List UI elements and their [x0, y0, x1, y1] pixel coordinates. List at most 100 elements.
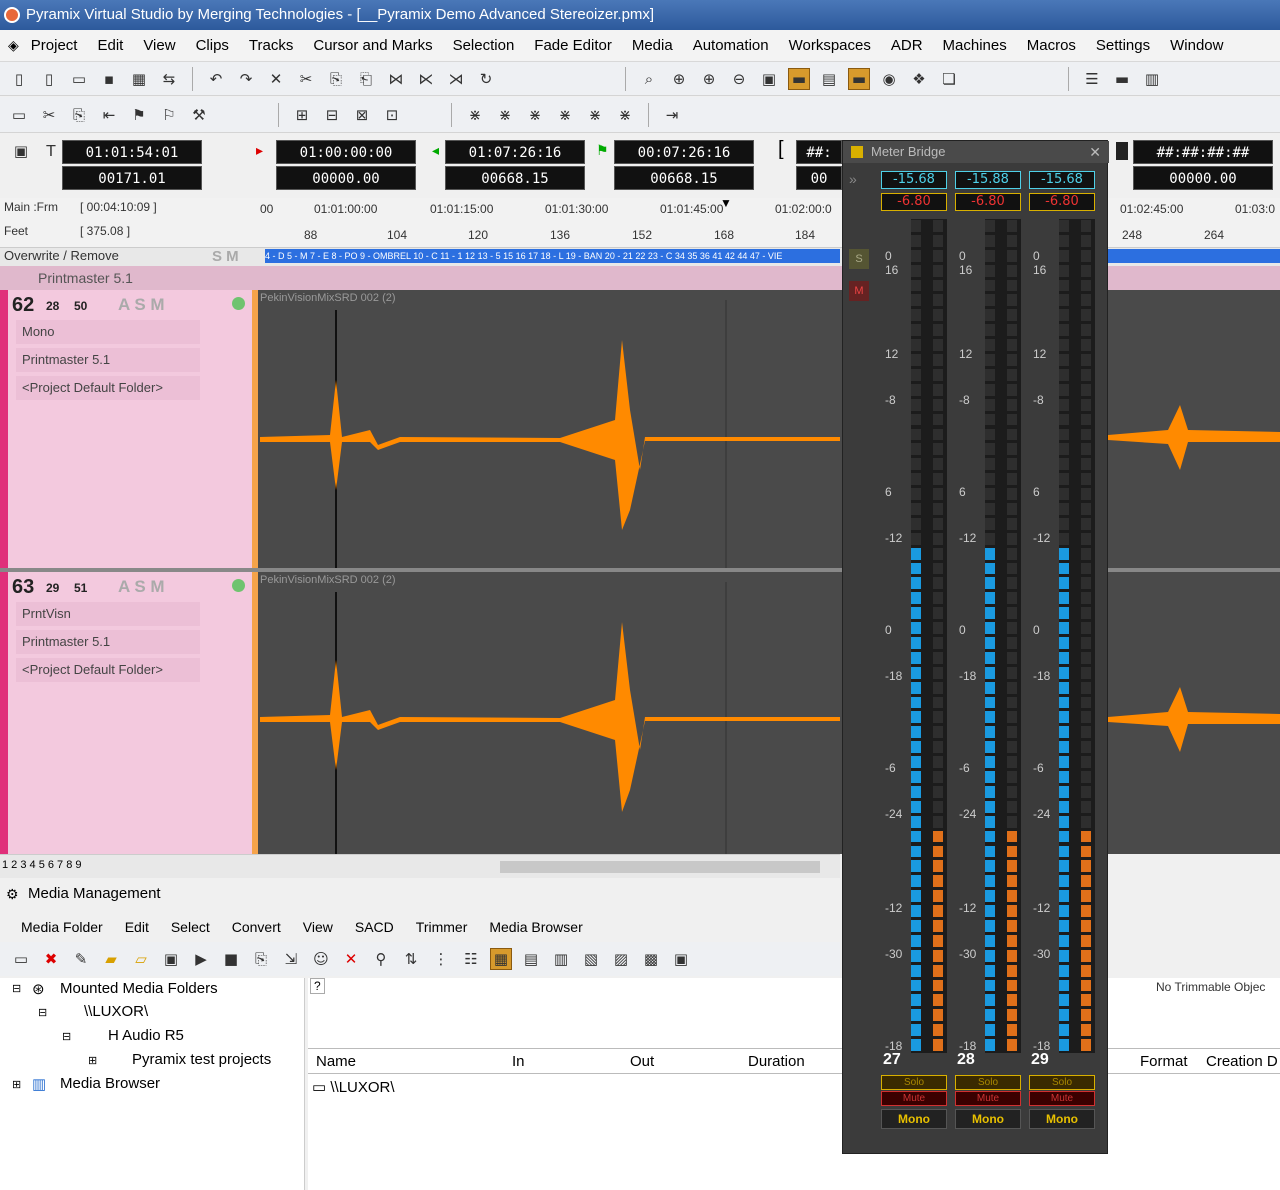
mount-icon[interactable]: ▭ — [10, 948, 32, 970]
cursor-t-icon[interactable]: T — [40, 140, 62, 162]
mode-button[interactable]: Mono — [881, 1109, 947, 1129]
delete-icon[interactable]: ✕ — [265, 68, 287, 90]
cut-icon[interactable]: ✂ — [295, 68, 317, 90]
in-feet[interactable]: 00000.00 — [276, 166, 416, 190]
menu-item-fade-editor[interactable]: Fade Editor — [524, 37, 622, 54]
mute-side-button[interactable]: M — [849, 281, 869, 301]
solo-button[interactable]: Solo — [1029, 1075, 1095, 1090]
track-folder-field[interactable]: <Project Default Folder> — [16, 376, 200, 400]
tree-expander[interactable]: ⊟ — [62, 1030, 71, 1043]
menu-item-window[interactable]: Window — [1160, 37, 1233, 54]
details-icon[interactable]: ☷ — [460, 948, 482, 970]
media-menu-sacd[interactable]: SACD — [344, 919, 405, 935]
folder-open-icon[interactable]: ▱ — [130, 948, 152, 970]
menu-item-media[interactable]: Media — [622, 37, 683, 54]
col-creation[interactable]: Creation D — [1206, 1053, 1278, 1070]
delete-media-icon[interactable]: ✕ — [340, 948, 362, 970]
tracker-icon[interactable]: ⇥ — [661, 104, 683, 126]
copy-media-icon[interactable]: ⎘ — [250, 948, 272, 970]
new-file-icon[interactable]: ▯ — [8, 68, 30, 90]
stop-icon[interactable]: ▬ — [1111, 68, 1133, 90]
list-icon[interactable]: ☰ — [1081, 68, 1103, 90]
media-menu-view[interactable]: View — [292, 919, 344, 935]
import-icon[interactable]: ⇲ — [280, 948, 302, 970]
media-f-icon[interactable]: ▣ — [670, 948, 692, 970]
copy-icon[interactable]: ⎘ — [325, 68, 347, 90]
scroll-thumb[interactable] — [500, 861, 820, 873]
view-mode-icon[interactable]: ▣ — [758, 68, 780, 90]
waveform-right[interactable] — [1108, 390, 1280, 510]
peak-readout[interactable]: -6.80 — [881, 193, 947, 211]
grid-view-icon[interactable]: ▦ — [490, 948, 512, 970]
tree-item-browser[interactable]: Media Browser — [60, 1075, 160, 1092]
folder-save-icon[interactable]: ▣ — [160, 948, 182, 970]
waveform[interactable] — [260, 582, 840, 854]
new-doc-icon[interactable]: ▯ — [38, 68, 60, 90]
solo-button[interactable]: Solo — [881, 1075, 947, 1090]
media-a-icon[interactable]: ▤ — [520, 948, 542, 970]
folder-icon[interactable]: ▰ — [100, 948, 122, 970]
edit-folder-icon[interactable]: ✎ — [70, 948, 92, 970]
end-timecode[interactable]: ##:##:##:## — [1133, 140, 1273, 164]
end-feet[interactable]: 00000.00 — [1133, 166, 1273, 190]
tree-expander[interactable]: ⊟ — [38, 1006, 47, 1019]
menu-item-selection[interactable]: Selection — [443, 37, 525, 54]
edit-b-icon[interactable]: ⊟ — [321, 104, 343, 126]
peak-readout[interactable]: -6.80 — [955, 193, 1021, 211]
rms-readout[interactable]: -15.68 — [881, 171, 947, 189]
sort-icon[interactable]: ⇅ — [400, 948, 422, 970]
menu-item-tracks[interactable]: Tracks — [239, 37, 303, 54]
grid-icon[interactable]: ▦ — [128, 68, 150, 90]
slice-c-icon[interactable]: ⋇ — [524, 104, 546, 126]
search-icon[interactable]: ⌕ — [638, 68, 660, 90]
edit-mode-label[interactable]: Overwrite / Remove — [4, 248, 119, 263]
track-asm-flags[interactable]: A S M — [118, 295, 165, 315]
menu-item-project[interactable]: Project — [21, 37, 88, 54]
join-icon[interactable]: ⋉ — [415, 68, 437, 90]
media-menu-trimmer[interactable]: Trimmer — [405, 919, 479, 935]
menu-item-macros[interactable]: Macros — [1017, 37, 1086, 54]
media-e-icon[interactable]: ▩ — [640, 948, 662, 970]
in-timecode[interactable]: 01:00:00:00 — [276, 140, 416, 164]
rms-readout[interactable]: -15.68 — [1029, 171, 1095, 189]
clock-icon[interactable]: ▣ — [10, 140, 32, 162]
rms-readout[interactable]: -15.88 — [955, 171, 1021, 189]
tree-item-mounted[interactable]: Mounted Media Folders — [60, 980, 218, 997]
menu-item-adr[interactable]: ADR — [881, 37, 933, 54]
save-icon[interactable]: ▪ — [98, 68, 120, 90]
horizontal-scrollbar[interactable]: 1 2 3 4 5 6 7 8 9 — [0, 854, 840, 878]
zoom-fit-icon[interactable]: ⊕ — [698, 68, 720, 90]
slice-f-icon[interactable]: ⋇ — [614, 104, 636, 126]
track-input-field[interactable]: PrntVisn — [16, 602, 200, 626]
out-feet[interactable]: 00668.15 — [445, 166, 585, 190]
solo-mute-label[interactable]: S M — [212, 248, 239, 265]
track-folder-field[interactable]: <Project Default Folder> — [16, 658, 200, 682]
track-asm-flags[interactable]: A S M — [118, 577, 165, 597]
menu-item-settings[interactable]: Settings — [1086, 37, 1160, 54]
tree-expander[interactable]: ⊞ — [12, 1078, 21, 1091]
paste-icon[interactable]: ⎗ — [355, 68, 377, 90]
col-name[interactable]: Name — [316, 1053, 356, 1070]
menu-item-edit[interactable]: Edit — [87, 37, 133, 54]
meter-bridge-window[interactable]: Meter Bridge ✕ » S M -15.68 -6.80 0 16 12 -8 6… — [842, 140, 1109, 1154]
track-active-led[interactable] — [232, 579, 245, 592]
peak-readout[interactable]: -6.80 — [1029, 193, 1095, 211]
zoom-out-icon[interactable]: ⊖ — [728, 68, 750, 90]
marker-icon[interactable]: ▭ — [8, 104, 30, 126]
slice-a-icon[interactable]: ⋇ — [464, 104, 486, 126]
mute-button[interactable]: Mute — [955, 1091, 1021, 1106]
hierarchy-icon[interactable]: ⋮ — [430, 948, 452, 970]
binoculars-icon[interactable]: ⚲ — [370, 948, 392, 970]
track-group-field[interactable]: Printmaster 5.1 — [16, 630, 200, 654]
tree-item-audio[interactable]: H Audio R5 — [108, 1027, 184, 1044]
col-out[interactable]: Out — [630, 1053, 654, 1070]
solo-side-button[interactable]: S — [849, 249, 869, 269]
flag-icon[interactable]: ⚑ — [128, 104, 150, 126]
edit-c-icon[interactable]: ⊠ — [351, 104, 373, 126]
mute-button[interactable]: Mute — [881, 1091, 947, 1106]
menu-item-view[interactable]: View — [133, 37, 185, 54]
export-icon[interactable]: ⇆ — [158, 68, 180, 90]
open-icon[interactable]: ▭ — [68, 68, 90, 90]
media-menu-media-folder[interactable]: Media Folder — [10, 919, 114, 935]
layout-icon[interactable]: ▥ — [1141, 68, 1163, 90]
